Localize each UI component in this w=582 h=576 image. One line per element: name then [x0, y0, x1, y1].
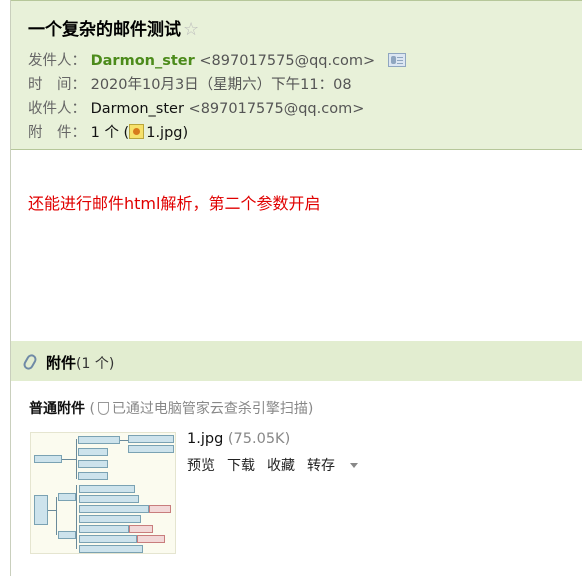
star-outline-icon[interactable]: ☆ — [183, 19, 199, 40]
thumb-node — [78, 436, 120, 444]
chevron-down-icon — [350, 463, 358, 468]
attachment-file-name: 1.jpg (75.05K) — [187, 431, 290, 447]
to-row: 收件人： Darmon_ster <897017575@qq.com> — [28, 97, 364, 118]
paperclip-icon — [21, 352, 39, 372]
to-label: 收件人： — [28, 101, 86, 117]
normal-attachment-label: 普通附件 — [29, 401, 85, 417]
attachments-title: 附件(1 个) — [46, 352, 114, 373]
thumb-node — [78, 460, 108, 468]
favorite-button[interactable]: 收藏 — [267, 458, 295, 474]
thumb-node — [79, 535, 137, 543]
thumb-node — [128, 445, 174, 453]
thumb-node — [58, 493, 76, 501]
thumb-node — [128, 435, 174, 443]
mail-header: 一个复杂的邮件测试 ☆ 发件人： Darmon_ster <897017575@q… — [11, 0, 582, 150]
attachment-close-paren: ) — [182, 125, 189, 141]
attachment-count: 1 个 ( — [90, 125, 130, 141]
normal-attachment-header: 普通附件 ( 已通过电脑管家云查杀引擎扫描) — [29, 398, 313, 418]
preview-button[interactable]: 预览 — [187, 458, 215, 474]
attachment-thumbnail[interactable] — [30, 432, 176, 554]
thumb-connector — [76, 485, 77, 549]
from-row: 发件人： Darmon_ster <897017575@qq.com> — [28, 49, 406, 70]
thumb-node — [58, 531, 76, 539]
sender-address: <897017575@qq.com> — [199, 53, 376, 69]
thumb-connector — [48, 510, 56, 511]
time-value: 2020年10月3日（星期六）下午11：08 — [90, 77, 352, 93]
subject-text: 一个复杂的邮件测试 — [28, 20, 181, 40]
thumb-node — [149, 505, 171, 513]
thumb-node — [34, 455, 62, 463]
thumb-node — [79, 545, 143, 553]
thumb-connector — [62, 459, 76, 460]
mail-body-text: 还能进行邮件html解析，第二个参数开启 — [28, 194, 321, 213]
image-thumbnail-icon — [129, 124, 145, 139]
thumb-node — [78, 472, 108, 480]
scan-open-paren: ( — [89, 401, 95, 417]
attachments-bar: 附件(1 个) — [11, 341, 582, 381]
download-button[interactable]: 下载 — [227, 458, 255, 474]
thumb-node — [137, 535, 165, 543]
recipient-address: <897017575@qq.com> — [188, 101, 365, 117]
attachment-label: 附 件： — [28, 125, 86, 141]
attachment-row: 附 件： 1 个 ( 1.jpg) — [28, 121, 188, 142]
attachments-count: (1 个) — [76, 356, 115, 372]
file-size: (75.05K) — [227, 431, 291, 447]
thumb-connector — [120, 440, 128, 441]
thumb-node — [129, 525, 153, 533]
thumb-node — [34, 495, 48, 525]
thumb-connector — [76, 439, 77, 479]
from-label: 发件人： — [28, 53, 86, 69]
forward-label: 转存 — [307, 458, 335, 474]
mail-subject: 一个复杂的邮件测试 ☆ — [28, 15, 199, 40]
recipient-name[interactable]: Darmon_ster — [91, 101, 184, 117]
thumb-node — [79, 515, 141, 523]
time-row: 时 间： 2020年10月3日（星期六）下午11：08 — [28, 73, 352, 94]
contact-card-icon[interactable] — [387, 53, 406, 67]
thumb-node — [79, 485, 135, 493]
attachment-actions: 预览 下载 收藏 转存 — [187, 455, 358, 475]
sender-name[interactable]: Darmon_ster — [91, 53, 195, 69]
attachments-heading: 附件 — [46, 354, 77, 372]
attachment-link[interactable]: 1.jpg — [146, 125, 182, 141]
forward-button[interactable]: 转存 — [307, 458, 358, 474]
thumb-node — [79, 525, 129, 533]
file-name-text[interactable]: 1.jpg — [187, 431, 223, 447]
thumb-connector — [56, 497, 57, 535]
shield-icon — [97, 402, 109, 415]
thumb-node — [79, 495, 139, 503]
scan-status: 已通过电脑管家云查杀引擎扫描) — [111, 401, 314, 417]
thumb-node — [78, 448, 108, 456]
thumb-node — [79, 505, 149, 513]
time-label: 时 间： — [28, 77, 86, 93]
